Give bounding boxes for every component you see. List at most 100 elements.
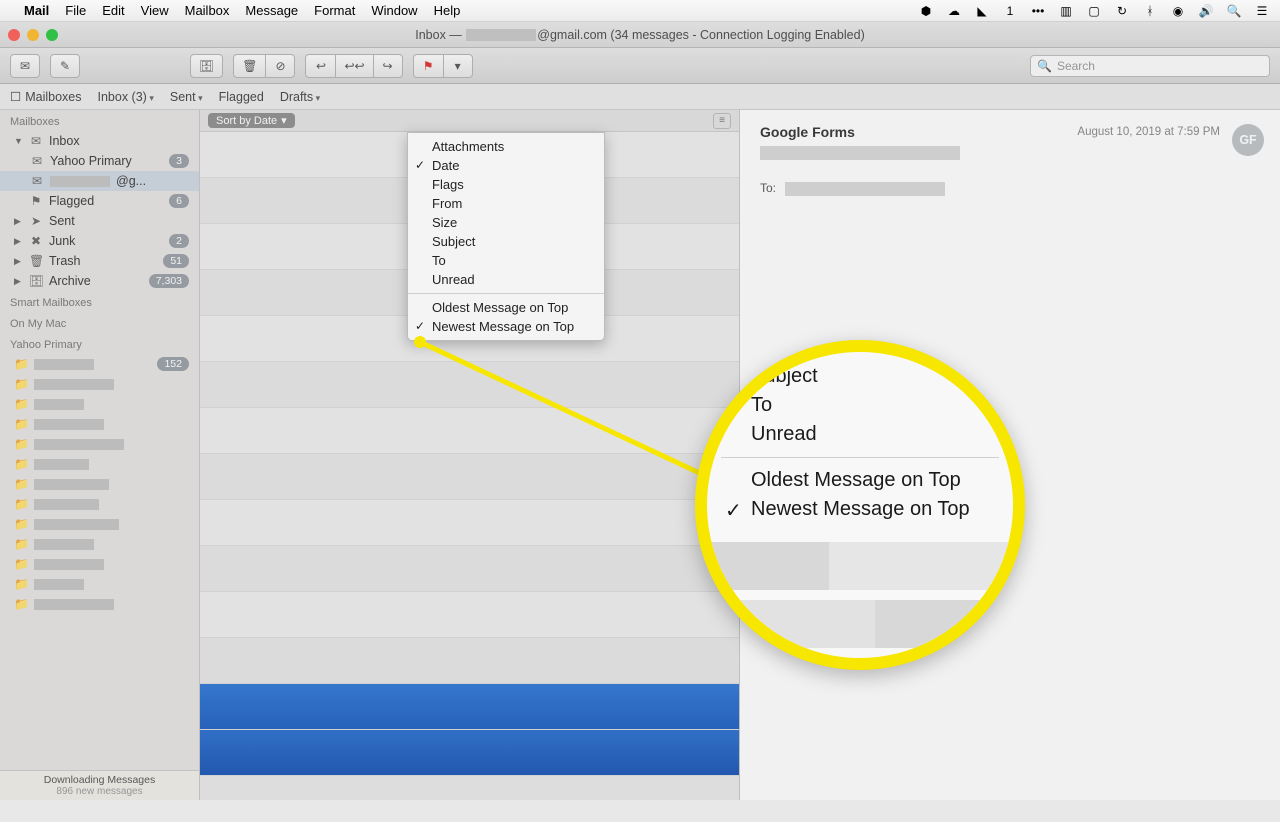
sort-option-size[interactable]: Size bbox=[408, 213, 604, 232]
sort-option-unread[interactable]: Unread bbox=[408, 270, 604, 289]
titlebar: Inbox — @gmail.com (34 messages - Connec… bbox=[0, 22, 1280, 48]
message-row[interactable] bbox=[200, 454, 739, 500]
message-row[interactable] bbox=[200, 638, 739, 684]
menu-format[interactable]: Format bbox=[314, 3, 355, 18]
airplay-icon[interactable]: ▢ bbox=[1086, 3, 1102, 19]
folder-icon: 📁 bbox=[14, 517, 28, 531]
sort-option-subject[interactable]: Subject bbox=[408, 232, 604, 251]
delete-junk-group: 🗑 ⊘ bbox=[233, 54, 295, 78]
dropbox-icon[interactable]: ⬢ bbox=[918, 3, 934, 19]
message-row[interactable] bbox=[200, 592, 739, 638]
filter-button[interactable]: ≡ bbox=[713, 113, 731, 129]
search-placeholder: Search bbox=[1057, 59, 1095, 73]
sort-option-date[interactable]: Date bbox=[408, 156, 604, 175]
sort-option-attachments[interactable]: Attachments bbox=[408, 137, 604, 156]
sort-order-newest-top[interactable]: Newest Message on Top bbox=[408, 317, 604, 336]
sort-option-flags[interactable]: Flags bbox=[408, 175, 604, 194]
badge: 6 bbox=[169, 194, 189, 208]
sidebar-gmail-account[interactable]: ✉ @g... bbox=[0, 171, 199, 191]
archive-button[interactable]: 🗄 bbox=[190, 54, 223, 78]
message-row-selected[interactable] bbox=[200, 730, 739, 776]
message-row-selected[interactable] bbox=[200, 684, 739, 730]
sidebar-folder[interactable]: 📁 bbox=[0, 494, 199, 514]
fav-mailboxes[interactable]: ☐Mailboxes bbox=[10, 89, 82, 104]
junk-button[interactable]: ⊘ bbox=[265, 54, 295, 78]
junk-icon: ✖ bbox=[29, 234, 43, 248]
more-icon[interactable]: ••• bbox=[1030, 3, 1046, 19]
sidebar-yahoo-primary[interactable]: ✉ Yahoo Primary 3 bbox=[0, 151, 199, 171]
sidebar-folder[interactable]: 📁152 bbox=[0, 354, 199, 374]
menu-mailbox[interactable]: Mailbox bbox=[185, 3, 230, 18]
sidebar-sent[interactable]: ▶➤ Sent bbox=[0, 211, 199, 231]
sort-option-from[interactable]: From bbox=[408, 194, 604, 213]
menu-view[interactable]: View bbox=[141, 3, 169, 18]
search-field[interactable]: 🔍 Search bbox=[1030, 55, 1270, 77]
spotlight-icon[interactable]: 🔍 bbox=[1226, 3, 1242, 19]
delete-button[interactable]: 🗑 bbox=[233, 54, 265, 78]
compose-button[interactable]: ✎ bbox=[50, 54, 80, 78]
sidebar-folder[interactable]: 📁 bbox=[0, 374, 199, 394]
get-mail-button[interactable]: ✉ bbox=[10, 54, 40, 78]
mailbox-icon: ✉ bbox=[30, 174, 44, 188]
mail-window: Inbox — @gmail.com (34 messages - Connec… bbox=[0, 22, 1280, 800]
flag-menu-button[interactable]: ▾ bbox=[443, 54, 473, 78]
wifi-icon[interactable]: ◉ bbox=[1170, 3, 1186, 19]
sidebar-archive[interactable]: ▶🗄 Archive 7,303 bbox=[0, 271, 199, 291]
menu-help[interactable]: Help bbox=[434, 3, 461, 18]
forward-button[interactable]: ↪ bbox=[373, 54, 403, 78]
bluetooth-icon[interactable]: ᚼ bbox=[1142, 3, 1158, 19]
sidebar-folder[interactable]: 📁 bbox=[0, 554, 199, 574]
flag-button[interactable]: ⚑ bbox=[413, 54, 443, 78]
zoom-line: Subject bbox=[707, 362, 1013, 391]
window-title: Inbox — @gmail.com (34 messages - Connec… bbox=[0, 28, 1280, 42]
sort-order-oldest-top[interactable]: Oldest Message on Top bbox=[408, 298, 604, 317]
message-row[interactable] bbox=[200, 408, 739, 454]
sidebar-folder[interactable]: 📁 bbox=[0, 474, 199, 494]
sidebar-folder[interactable]: 📁 bbox=[0, 574, 199, 594]
fav-flagged[interactable]: Flagged bbox=[219, 90, 264, 104]
menu-file[interactable]: File bbox=[65, 3, 86, 18]
fav-sent[interactable]: Sent bbox=[170, 90, 203, 104]
sidebar-folder[interactable]: 📁 bbox=[0, 534, 199, 554]
menu-separator bbox=[408, 293, 604, 294]
chevron-down-icon: ▾ bbox=[281, 114, 287, 127]
reply-all-button[interactable]: ↩↩ bbox=[335, 54, 372, 78]
sort-option-to[interactable]: To bbox=[408, 251, 604, 270]
sidebar-folder[interactable]: 📁 bbox=[0, 454, 199, 474]
sidebar-junk[interactable]: ▶✖ Junk 2 bbox=[0, 231, 199, 251]
sidebar-folder[interactable]: 📁 bbox=[0, 434, 199, 454]
sidebar-trash[interactable]: ▶🗑 Trash 51 bbox=[0, 251, 199, 271]
timemachine-icon[interactable]: ↻ bbox=[1114, 3, 1130, 19]
adobe-icon[interactable]: ◣ bbox=[974, 3, 990, 19]
sidebar-folder[interactable]: 📁 bbox=[0, 594, 199, 614]
folder-icon: 📁 bbox=[14, 477, 28, 491]
zoom-blurred-content bbox=[707, 542, 1013, 658]
message-row[interactable] bbox=[200, 362, 739, 408]
reply-button[interactable]: ↩ bbox=[305, 54, 335, 78]
sidebar-folder[interactable]: 📁 bbox=[0, 394, 199, 414]
folder-icon: 📁 bbox=[14, 437, 28, 451]
menu-message[interactable]: Message bbox=[245, 3, 298, 18]
folder-icon: 📁 bbox=[14, 497, 28, 511]
message-row[interactable] bbox=[200, 500, 739, 546]
favorites-bar: ☐Mailboxes Inbox (3) Sent Flagged Drafts bbox=[0, 84, 1280, 110]
fav-inbox[interactable]: Inbox (3) bbox=[98, 90, 154, 104]
cloud-icon[interactable]: ☁ bbox=[946, 3, 962, 19]
activity-status: Downloading Messages 896 new messages bbox=[0, 770, 199, 800]
notification-center-icon[interactable]: ☰ bbox=[1254, 3, 1270, 19]
fav-drafts[interactable]: Drafts bbox=[280, 90, 320, 104]
sidebar-folder[interactable]: 📁 bbox=[0, 514, 199, 534]
archive-icon: 🗄 bbox=[29, 274, 43, 288]
zoom-callout: Subject To Unread Oldest Message on Top … bbox=[695, 340, 1025, 670]
app-menu[interactable]: Mail bbox=[24, 3, 49, 18]
notification-count[interactable]: 1 bbox=[1002, 3, 1018, 19]
menu-window[interactable]: Window bbox=[371, 3, 417, 18]
sidebar-folder[interactable]: 📁 bbox=[0, 414, 199, 434]
display-icon[interactable]: ▥ bbox=[1058, 3, 1074, 19]
sort-button[interactable]: Sort by Date ▾ bbox=[208, 113, 295, 128]
sidebar-flagged[interactable]: ⚑ Flagged 6 bbox=[0, 191, 199, 211]
sidebar-inbox[interactable]: ▼✉ Inbox bbox=[0, 131, 199, 151]
volume-icon[interactable]: 🔊 bbox=[1198, 3, 1214, 19]
message-row[interactable] bbox=[200, 546, 739, 592]
menu-edit[interactable]: Edit bbox=[102, 3, 124, 18]
